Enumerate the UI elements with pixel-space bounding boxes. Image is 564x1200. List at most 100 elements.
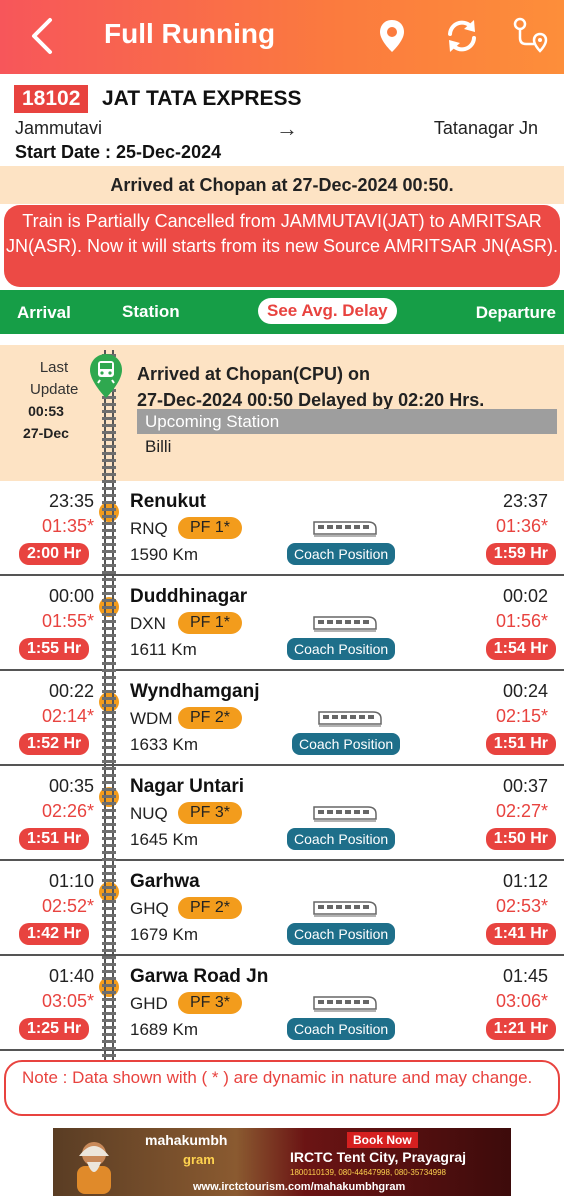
actual-arrival: 02:26* [41, 801, 94, 821]
train-coach-icon[interactable] [312, 519, 378, 537]
sadhu-illustration-icon [77, 1142, 111, 1194]
source-station: Jammutavi [15, 118, 103, 138]
upcoming-station-label: Upcoming Station [137, 409, 557, 434]
station-name: Wyndhamganj [130, 681, 260, 702]
train-coach-icon[interactable] [312, 899, 378, 917]
scheduled-arrival: 01:10 [48, 871, 94, 891]
scheduled-arrival: 00:00 [48, 586, 94, 606]
actual-departure: 02:53* [495, 896, 548, 916]
live-status-panel: Last Update 00:53 27-Dec Arrived at Chop… [0, 339, 564, 481]
platform-badge: PF 2* [178, 707, 243, 729]
station-code: GHQ [130, 899, 169, 918]
cancellation-notice: Train is Partially Cancelled from JAMMUT… [4, 205, 560, 287]
actual-arrival: 02:14* [41, 706, 94, 726]
ad-title: IRCTC Tent City, Prayagraj [290, 1149, 467, 1165]
last-update-label-2: Update [30, 381, 79, 398]
departure-delay-badge: 1:21 Hr [485, 1018, 556, 1040]
coach-position-button[interactable]: Coach Position [287, 923, 396, 945]
station-row[interactable]: 00:00 01:55* 1:55 Hr Duddhinagar DXN PF 1* 161… [0, 576, 564, 671]
platform-badge: PF 1* [178, 517, 243, 539]
distance-km: 1590 Km [130, 545, 199, 564]
actual-arrival: 01:55* [41, 611, 94, 631]
column-header: Arrival Station See Avg. Delay Departure [0, 290, 564, 334]
coach-position-button[interactable]: Coach Position [287, 543, 396, 565]
train-coach-icon[interactable] [312, 994, 378, 1012]
station-name: Duddhinagar [130, 586, 248, 607]
last-update-time: 00:53 [28, 403, 64, 419]
ad-phone: 1800110139, 080-44647998, 080-35734998 [290, 1168, 446, 1177]
ad-brand-sub: gram [183, 1152, 215, 1167]
upcoming-station-name: Billi [145, 437, 172, 456]
station-row[interactable]: 01:40 03:05* 1:25 Hr Garwa Road Jn GHD PF 3* 1… [0, 956, 564, 1051]
train-coach-icon[interactable] [312, 614, 378, 632]
location-pin-icon[interactable] [370, 14, 414, 58]
page-title: Full Running [104, 18, 276, 49]
station-name: Renukut [130, 491, 206, 512]
route-icon[interactable] [510, 14, 554, 58]
platform-badge: PF 3* [178, 992, 243, 1014]
ad-book-now[interactable]: Book Now [347, 1132, 418, 1148]
departure-delay-badge: 1:51 Hr [485, 733, 556, 755]
platform-badge: PF 3* [178, 802, 243, 824]
last-update-label: Last [39, 359, 69, 376]
actual-arrival: 02:52* [41, 896, 94, 916]
train-coach-icon[interactable] [317, 709, 383, 727]
scheduled-arrival: 01:40 [48, 966, 94, 986]
live-status-message: Arrived at Chopan(CPU) on 27-Dec-2024 00… [137, 361, 557, 413]
scheduled-departure: 01:12 [502, 871, 548, 891]
departure-delay-badge: 1:59 Hr [485, 543, 556, 565]
ad-url: www.irctctourism.com/mahakumbhgram [193, 1181, 406, 1193]
station-row[interactable]: 01:10 02:52* 1:42 Hr Garhwa GHQ PF 2* 1679 Km C… [0, 861, 564, 956]
arrival-status-bar: Arrived at Chopan at 27-Dec-2024 00:50. [0, 166, 564, 204]
coach-position-button[interactable]: Coach Position [287, 638, 396, 660]
scheduled-departure: 01:45 [502, 966, 548, 986]
distance-km: 1611 Km [130, 640, 197, 659]
departure-delay-badge: 1:41 Hr [485, 923, 556, 945]
station-row[interactable]: 23:35 01:35* 2:00 Hr Renukut RNQ PF 1* 1590 Km… [0, 481, 564, 576]
station-row[interactable]: 00:22 02:14* 1:52 Hr Wyndhamganj WDM PF 2* 163… [0, 671, 564, 766]
coach-position-button[interactable]: Coach Position [292, 733, 401, 755]
platform-badge: PF 2* [178, 897, 243, 919]
app-bar: Full Running [0, 0, 564, 74]
right-arrow-icon: → [276, 116, 298, 141]
scheduled-departure: 00:24 [502, 681, 548, 701]
train-header: 18102 JAT TATA EXPRESS Jammutavi → Tatan… [0, 74, 564, 166]
departure-delay-badge: 1:50 Hr [485, 828, 556, 850]
arrival-delay-badge: 1:25 Hr [19, 1018, 90, 1040]
scheduled-arrival: 00:35 [48, 776, 94, 796]
arrival-delay-badge: 1:52 Hr [19, 733, 90, 755]
actual-departure: 03:06* [495, 991, 548, 1011]
back-arrow-icon[interactable] [26, 14, 58, 58]
platform-badge: PF 1* [178, 612, 243, 634]
see-avg-delay-button[interactable]: See Avg. Delay [258, 298, 397, 324]
coach-position-button[interactable]: Coach Position [287, 828, 396, 850]
station-row[interactable]: 00:35 02:26* 1:51 Hr Nagar Untari NUQ PF 3* 16… [0, 766, 564, 861]
actual-departure: 01:36* [495, 516, 548, 536]
ad-brand: mahakumbh [145, 1132, 228, 1148]
departure-column-label: Departure [475, 303, 556, 322]
ad-banner[interactable]: mahakumbh gram Book Now IRCTC Tent City,… [53, 1128, 511, 1196]
train-coach-icon[interactable] [312, 804, 378, 822]
arrival-delay-badge: 1:55 Hr [19, 638, 90, 660]
live-message-line-1: Arrived at Chopan(CPU) on [137, 364, 371, 384]
destination-station: Tatanagar Jn [433, 118, 538, 138]
refresh-icon[interactable] [440, 14, 484, 58]
distance-km: 1689 Km [130, 1020, 199, 1039]
actual-departure: 02:15* [495, 706, 548, 726]
scheduled-arrival: 00:22 [48, 681, 94, 701]
actual-arrival: 03:05* [41, 991, 94, 1011]
station-code: NUQ [130, 804, 168, 823]
arrival-delay-badge: 1:51 Hr [19, 828, 90, 850]
train-location-marker-icon [90, 354, 122, 398]
scheduled-departure: 23:37 [502, 491, 548, 511]
scheduled-departure: 00:37 [502, 776, 548, 796]
coach-position-button[interactable]: Coach Position [287, 1018, 396, 1040]
actual-arrival: 01:35* [41, 516, 94, 536]
railway-track [102, 350, 116, 1060]
arrival-delay-badge: 1:42 Hr [19, 923, 90, 945]
dynamic-data-note: Note : Data shown with ( * ) are dynamic… [4, 1060, 560, 1116]
scheduled-arrival: 23:35 [48, 491, 94, 511]
station-code: DXN [130, 614, 166, 633]
station-code: RNQ [130, 519, 168, 538]
train-number-badge: 18102 [14, 85, 89, 113]
